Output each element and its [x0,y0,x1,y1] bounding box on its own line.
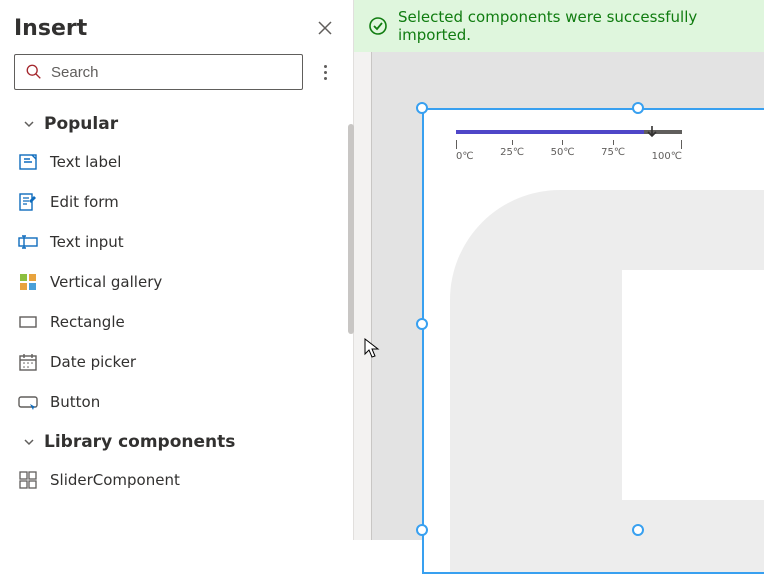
slider-ticks: 0℃ 25℃ 50℃ 75℃ 100℃ [456,140,682,162]
item-label: Text label [50,153,121,171]
search-box[interactable] [14,54,303,90]
item-label: Button [50,393,100,411]
selected-screen[interactable]: 0℃ 25℃ 50℃ 75℃ 100℃ [422,108,764,574]
search-row [0,54,353,100]
resize-handle-ml[interactable] [416,318,428,330]
tick: 100℃ [652,140,682,162]
arrow-down-icon [644,124,660,140]
list-item-vertical-gallery[interactable]: Vertical gallery [0,262,353,302]
section-title: Popular [44,114,118,134]
component-icon [18,470,38,490]
item-label: Vertical gallery [50,273,162,291]
success-toast: Selected components were successfully im… [354,0,764,52]
close-button[interactable] [311,14,339,42]
slider-thumb[interactable] [644,124,656,138]
tick: 75℃ [601,140,625,162]
search-icon [25,63,43,81]
more-options-button[interactable] [311,58,339,86]
tick: 0℃ [456,140,474,162]
list-item-slider-component[interactable]: SliderComponent [0,460,353,500]
more-icon [324,65,327,68]
chevron-down-icon [22,117,36,131]
item-label: Date picker [50,353,136,371]
slider-fill [456,130,644,134]
item-label: Text input [50,233,124,251]
resize-handle-bl[interactable] [416,524,428,536]
section-header-popular[interactable]: Popular [0,104,353,142]
item-label: Rectangle [50,313,125,331]
tick: 25℃ [500,140,524,162]
success-icon [368,16,388,36]
canvas-area: Selected components were successfully im… [354,0,764,540]
list-item-rectangle[interactable]: Rectangle [0,302,353,342]
resize-handle-tl[interactable] [416,102,428,114]
search-input[interactable] [51,64,292,81]
text-input-icon [18,232,38,252]
text-label-icon [18,152,38,172]
panel-list[interactable]: Popular Text label Edit form Text input [0,100,353,540]
resize-handle-bm[interactable] [632,524,644,536]
inner-panel [622,270,764,500]
list-item-button[interactable]: Button [0,382,353,422]
tick: 50℃ [551,140,575,162]
panel-title: Insert [14,16,87,41]
panel-header: Insert [0,10,353,54]
toast-message: Selected components were successfully im… [398,8,750,44]
rectangle-icon [18,312,38,332]
vertical-gallery-icon [18,272,38,292]
close-icon [317,20,333,36]
section-title: Library components [44,432,235,452]
canvas-ruler-edge [354,52,372,540]
list-item-edit-form[interactable]: Edit form [0,182,353,222]
canvas-viewport[interactable]: 0℃ 25℃ 50℃ 75℃ 100℃ [354,52,764,540]
section-header-library[interactable]: Library components [0,422,353,460]
list-item-text-input[interactable]: Text input [0,222,353,262]
list-item-date-picker[interactable]: Date picker [0,342,353,382]
list-item-text-label[interactable]: Text label [0,142,353,182]
chevron-down-icon [22,435,36,449]
cursor-icon [364,338,382,360]
date-picker-icon [18,352,38,372]
slider-component[interactable]: 0℃ 25℃ 50℃ 75℃ 100℃ [456,130,682,162]
edit-form-icon [18,192,38,212]
button-icon [18,392,38,412]
item-label: SliderComponent [50,471,180,489]
slider-track[interactable] [456,130,682,134]
resize-handle-tm[interactable] [632,102,644,114]
item-label: Edit form [50,193,119,211]
insert-panel: Insert Popular Text label [0,0,354,540]
